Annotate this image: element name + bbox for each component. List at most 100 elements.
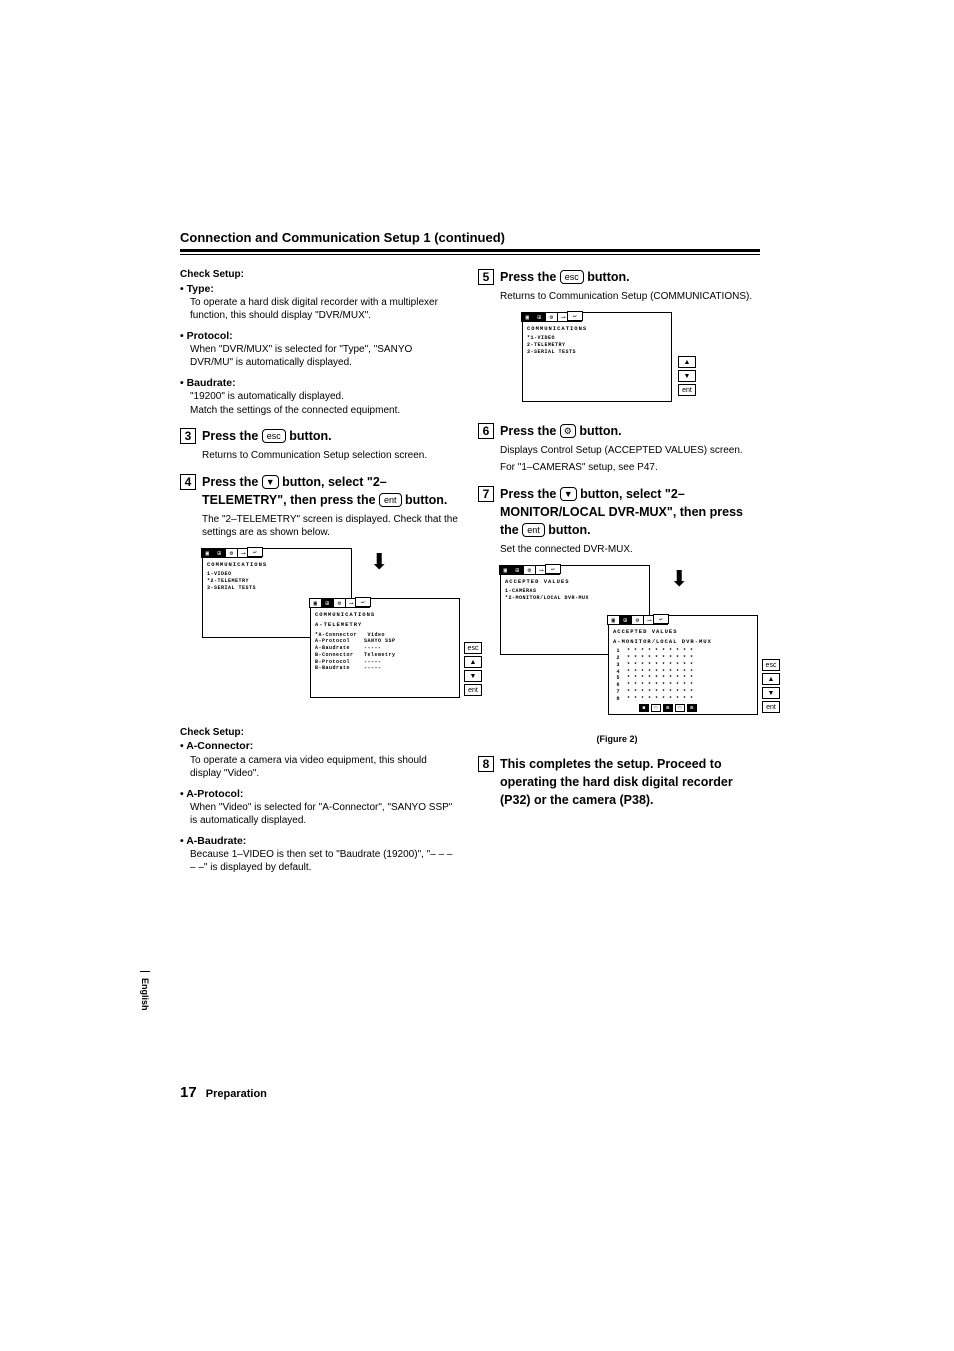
step-3-number: 3	[180, 428, 196, 444]
page-number: 17	[180, 1084, 197, 1101]
screen-subtitle: A-MONITOR/LOCAL DVR-MUX	[613, 638, 753, 645]
bullet-aconnector: • A-Connector:	[180, 739, 458, 753]
screen-title: COMMUNICATIONS	[527, 325, 667, 332]
up-key-icon: ▲	[678, 356, 696, 368]
screen-row: B-Protocol -----	[315, 659, 455, 666]
step-4-body: The "2–TELEMETRY" screen is displayed. C…	[202, 513, 458, 540]
step-4-instruction: Press the ▼ button, select "2–TELEMETRY"…	[202, 473, 458, 509]
step-5-number: 5	[478, 269, 494, 285]
bullet-abaudrate-body: Because 1–VIDEO is then set to "Baudrate…	[190, 848, 458, 875]
bullet-type: • Type:	[180, 282, 458, 296]
screen-row: *A-Connector Video	[315, 632, 455, 639]
screen-item: *1-VIDEO	[527, 335, 667, 342]
step-3-body: Returns to Communication Setup selection…	[202, 449, 458, 463]
language-tab: English	[140, 971, 150, 1011]
bullet-baudrate: • Baudrate:	[180, 376, 458, 390]
esc-key: esc	[560, 270, 584, 284]
screen-row: A-Protocol SANYO SSP	[315, 638, 455, 645]
tab-enter-icon: ↩	[355, 597, 371, 607]
esc-key: esc	[262, 429, 286, 443]
screen-title: COMMUNICATIONS	[207, 561, 347, 568]
side-keys: ▲ ▼ ent	[678, 356, 696, 396]
bullet-aprotocol-body: When "Video" is selected for "A-Connecto…	[190, 801, 458, 828]
step-7-body: Set the connected DVR-MUX.	[500, 543, 756, 557]
step-8-instruction: This completes the setup. Proceed to ope…	[500, 755, 756, 809]
screen-communications: ▣ ⊞ ⚙ ⟶ ✕ ↩ COMMUNICATIONS *1-VIDEO 2-TE…	[522, 312, 672, 402]
screen-row: A-Baudrate -----	[315, 645, 455, 652]
step-7-instruction: Press the ▼ button, select "2–MONITOR/LO…	[500, 485, 756, 539]
bullet-protocol-body: When "DVR/MUX" is selected for "Type", "…	[190, 343, 458, 370]
ent-key-icon: ent	[678, 384, 696, 396]
bullet-aconnector-body: To operate a camera via video equipment,…	[190, 754, 458, 781]
step-4-number: 4	[180, 474, 196, 490]
bullet-abaudrate: • A-Baudrate:	[180, 834, 458, 848]
footer-icon: □	[675, 704, 685, 712]
down-key-icon: ▼	[678, 370, 696, 382]
screen-item: *2-TELEMETRY	[207, 578, 347, 585]
step-6-body1: Displays Control Setup (ACCEPTED VALUES)…	[500, 444, 756, 458]
footer-icon: ■	[639, 704, 649, 712]
left-column: Check Setup: • Type: To operate a hard d…	[180, 268, 458, 881]
step-3-instruction: Press the esc button.	[202, 427, 332, 445]
tab-enter-icon: ↩	[653, 614, 669, 624]
screen-row: 4 * * * * * * * * * *	[613, 669, 753, 676]
screen-row: B-Baudrate -----	[315, 665, 455, 672]
bullet-aprotocol: • A-Protocol:	[180, 787, 458, 801]
step-5-instruction: Press the esc button.	[500, 268, 630, 286]
screen-row: 1 * * * * * * * * * *	[613, 648, 753, 655]
screen-row: 5 * * * * * * * * * *	[613, 675, 753, 682]
screen-accepted-front: ▣ ⊞ ⚙ ⟶ ✕ ↩ ACCEPTED VALUES A-MONITOR/LO…	[608, 615, 758, 715]
screen-subtitle: A-TELEMETRY	[315, 621, 455, 628]
ent-key-icon: ent	[464, 684, 482, 696]
tab-enter-icon: ↩	[567, 311, 583, 321]
bottom-icon-bar: ■ □ ⊞ □ ⊞	[639, 704, 697, 712]
screen-item: 1-CAMERAS	[505, 588, 645, 595]
screen-row: 6 * * * * * * * * * *	[613, 682, 753, 689]
screen-row: 8 * * * * * * * * * *	[613, 696, 753, 703]
bullet-baudrate-body2: Match the settings of the connected equi…	[190, 404, 458, 418]
step-8-number: 8	[478, 756, 494, 772]
screen-row: B-Connector Telemetry	[315, 652, 455, 659]
footer-icon: ⊞	[687, 704, 697, 712]
screen-title: ACCEPTED VALUES	[505, 578, 645, 585]
screen-item: 3-SERIAL TESTS	[207, 585, 347, 592]
bullet-protocol: • Protocol:	[180, 329, 458, 343]
screen-row: 3 * * * * * * * * * *	[613, 662, 753, 669]
gear-key-icon: ⚙	[560, 424, 576, 438]
down-key: ▼	[262, 475, 279, 489]
step-6-body2: For "1–CAMERAS" setup, see P47.	[500, 461, 756, 475]
step-7-number: 7	[478, 486, 494, 502]
footer-section: Preparation	[206, 1088, 267, 1100]
screen-item: 3-SERIAL TESTS	[527, 349, 667, 356]
ent-key: ent	[379, 493, 402, 507]
down-key-icon: ▼	[464, 670, 482, 682]
step-6-instruction: Press the ⚙ button.	[500, 422, 622, 440]
ent-key-icon: ent	[762, 701, 780, 713]
side-keys: esc ▲ ▼ ent	[464, 642, 482, 696]
screen-title: ACCEPTED VALUES	[613, 628, 753, 635]
screen-item: 1-VIDEO	[207, 571, 347, 578]
check-setup-heading-1: Check Setup:	[180, 268, 458, 282]
side-keys: esc ▲ ▼ ent	[762, 659, 780, 713]
screen-title: COMMUNICATIONS	[315, 611, 455, 618]
up-key-icon: ▲	[762, 673, 780, 685]
check-setup-heading-2: Check Setup:	[180, 726, 458, 740]
tab-enter-icon: ↩	[545, 564, 561, 574]
footer-icon: ⊞	[663, 704, 673, 712]
screen-item: 2-TELEMETRY	[527, 342, 667, 349]
footer-icon: □	[651, 704, 661, 712]
screen-row: 7 * * * * * * * * * *	[613, 689, 753, 696]
screen-item: *2-MONITOR/LOCAL DVR-MUX	[505, 595, 645, 602]
section-title: Connection and Communication Setup 1 (co…	[180, 230, 760, 252]
step-6-number: 6	[478, 423, 494, 439]
screen-row: 2 * * * * * * * * * *	[613, 655, 753, 662]
step-5-body: Returns to Communication Setup (COMMUNIC…	[500, 290, 756, 304]
right-column: 5 Press the esc button. Returns to Commu…	[478, 268, 756, 881]
tab-enter-icon: ↩	[247, 547, 263, 557]
down-key-icon: ▼	[762, 687, 780, 699]
screen-telemetry-front: ▣ ⊞ ⚙ ⟶ ✕ ↩ COMMUNICATIONS A-TELEMETRY *…	[310, 598, 460, 698]
arrow-down-icon: ⬇	[370, 556, 388, 567]
esc-key-icon: esc	[464, 642, 482, 654]
footer: 17 Preparation	[180, 1084, 267, 1101]
bullet-type-body: To operate a hard disk digital recorder …	[190, 296, 458, 323]
